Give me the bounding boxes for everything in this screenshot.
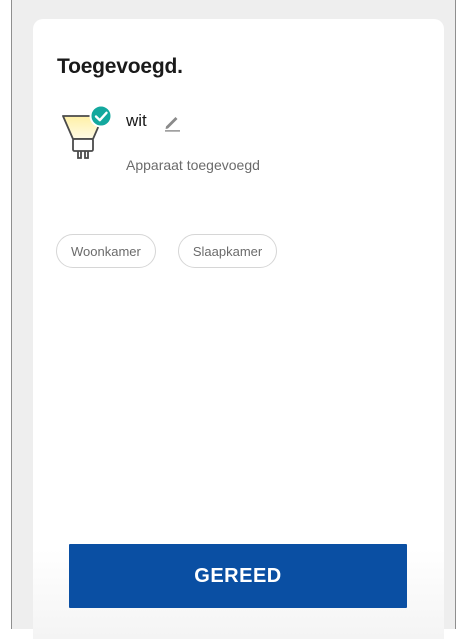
room-chip-slaapkamer[interactable]: Slaapkamer xyxy=(177,234,278,268)
app-frame: Toegevoegd. wit Apparaat toegevoegd Woon… xyxy=(0,0,467,639)
done-button[interactable]: GEREED xyxy=(69,544,407,608)
room-chip-list: Woonkamer Slaapkamer xyxy=(56,234,278,268)
device-status-text: Apparaat toegevoegd xyxy=(126,157,260,173)
bulb-added-icon xyxy=(62,104,113,159)
page-title: Toegevoegd. xyxy=(57,55,183,78)
device-added-card: Toegevoegd. wit Apparaat toegevoegd Woon… xyxy=(33,19,444,639)
device-name: wit xyxy=(126,111,147,130)
edit-pencil-icon[interactable] xyxy=(162,112,182,132)
room-chip-woonkamer[interactable]: Woonkamer xyxy=(56,234,156,268)
